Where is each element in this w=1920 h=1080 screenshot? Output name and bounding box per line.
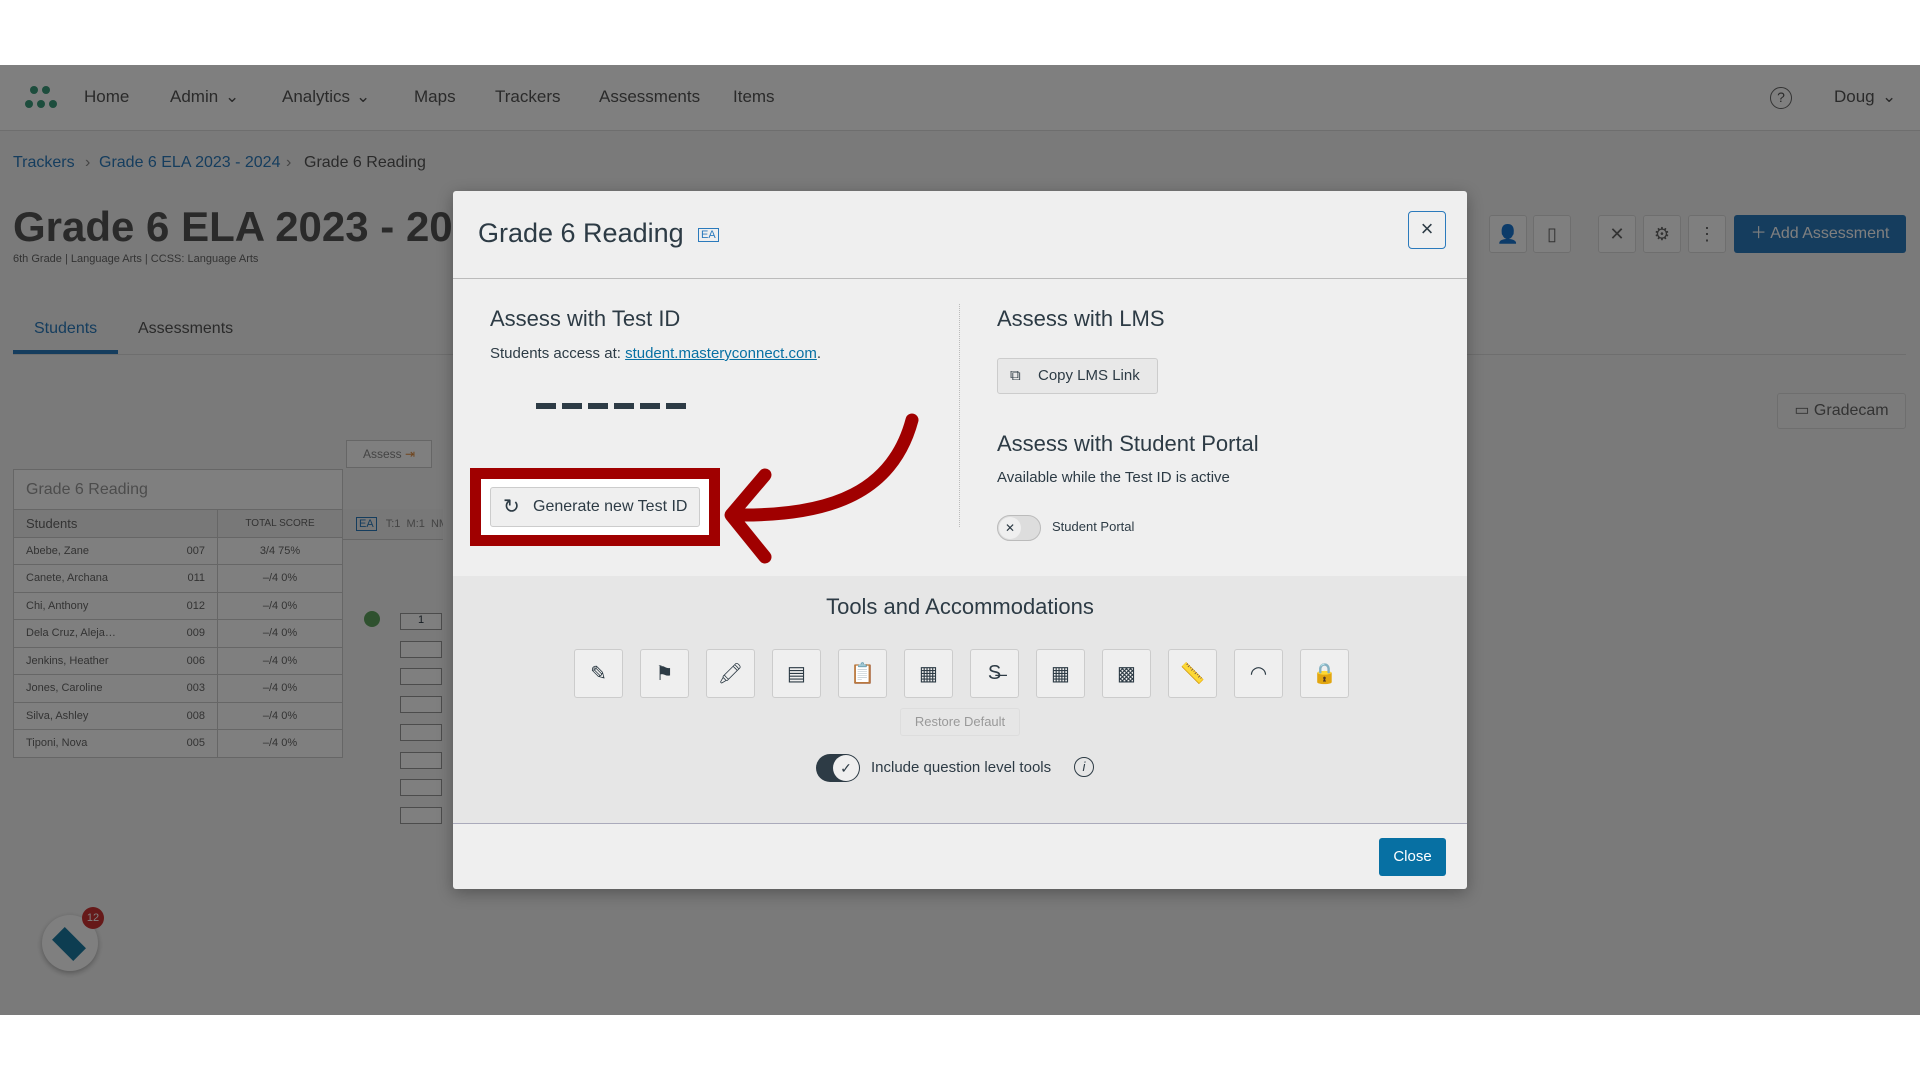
generate-test-id-button[interactable]: ↻ Generate new Test ID xyxy=(490,487,700,527)
highlight-box: ↻ Generate new Test ID xyxy=(470,468,720,546)
include-tools-label: Include question level tools xyxy=(871,759,1052,776)
copy-lms-label: Copy LMS Link xyxy=(1038,367,1140,384)
restore-default-button[interactable]: Restore Default xyxy=(900,708,1020,736)
access-text: Students access at: student.masteryconne… xyxy=(490,345,821,362)
include-tools-toggle[interactable]: ✓ xyxy=(816,754,860,782)
strikethrough-icon[interactable]: S̶ xyxy=(970,649,1019,698)
calculator-icon[interactable]: ▦ xyxy=(1036,649,1085,698)
generate-label: Generate new Test ID xyxy=(533,498,688,515)
modal-header: Grade 6 Reading EA × xyxy=(453,191,1467,279)
info-icon[interactable]: i xyxy=(1074,757,1094,777)
student-portal-toggle[interactable]: ✕ xyxy=(997,515,1041,541)
close-icon-button[interactable]: × xyxy=(1408,211,1446,249)
access-prefix: Students access at: xyxy=(490,345,626,362)
test-id-heading: Assess with Test ID xyxy=(490,306,681,331)
column-divider xyxy=(959,304,960,527)
tools-heading: Tools and Accommodations xyxy=(826,594,1094,619)
access-suffix: . xyxy=(816,345,822,362)
highlighter-icon[interactable]: 🖍 xyxy=(706,649,755,698)
refresh-icon: ↻ xyxy=(503,496,520,518)
lock-icon[interactable]: 🔒 xyxy=(1300,649,1349,698)
protractor-icon[interactable]: ◠ xyxy=(1234,649,1283,698)
reference-sheet-icon[interactable]: ▦ xyxy=(904,649,953,698)
tools-section: Tools and Accommodations ✎ ⚑ 🖍 ▤ 📋 ▦ S̶ ▦ ▩ 📏 ◠ 🔒 R… xyxy=(453,576,1467,824)
notepad-icon[interactable]: 📋 xyxy=(838,649,887,698)
copy-icon: ⧉ xyxy=(1010,367,1021,384)
annotate-icon[interactable]: ✎ xyxy=(574,649,623,698)
lms-heading: Assess with LMS xyxy=(997,306,1165,331)
close-button[interactable]: Close xyxy=(1379,838,1446,876)
flag-icon[interactable]: ⚑ xyxy=(640,649,689,698)
ruler-icon[interactable]: 📏 xyxy=(1168,649,1217,698)
line-reader-icon[interactable]: ▤ xyxy=(772,649,821,698)
modal-title: Grade 6 Reading xyxy=(478,218,684,248)
assess-modal: Grade 6 Reading EA × Assess with Test ID… xyxy=(453,191,1467,889)
test-id-code xyxy=(536,403,686,409)
check-icon: ✓ xyxy=(833,755,859,781)
student-site-link[interactable]: student.masteryconnect.com xyxy=(625,345,817,362)
annotation-arrow xyxy=(724,413,919,564)
student-portal-label: Student Portal xyxy=(1052,519,1135,534)
portal-note: Available while the Test ID is active xyxy=(997,469,1230,486)
scientific-calculator-icon[interactable]: ▩ xyxy=(1102,649,1151,698)
ea-badge: EA xyxy=(698,228,719,242)
portal-heading: Assess with Student Portal xyxy=(997,431,1259,456)
copy-lms-link-button[interactable]: ⧉ Copy LMS Link xyxy=(997,358,1158,394)
x-icon: ✕ xyxy=(999,517,1021,539)
